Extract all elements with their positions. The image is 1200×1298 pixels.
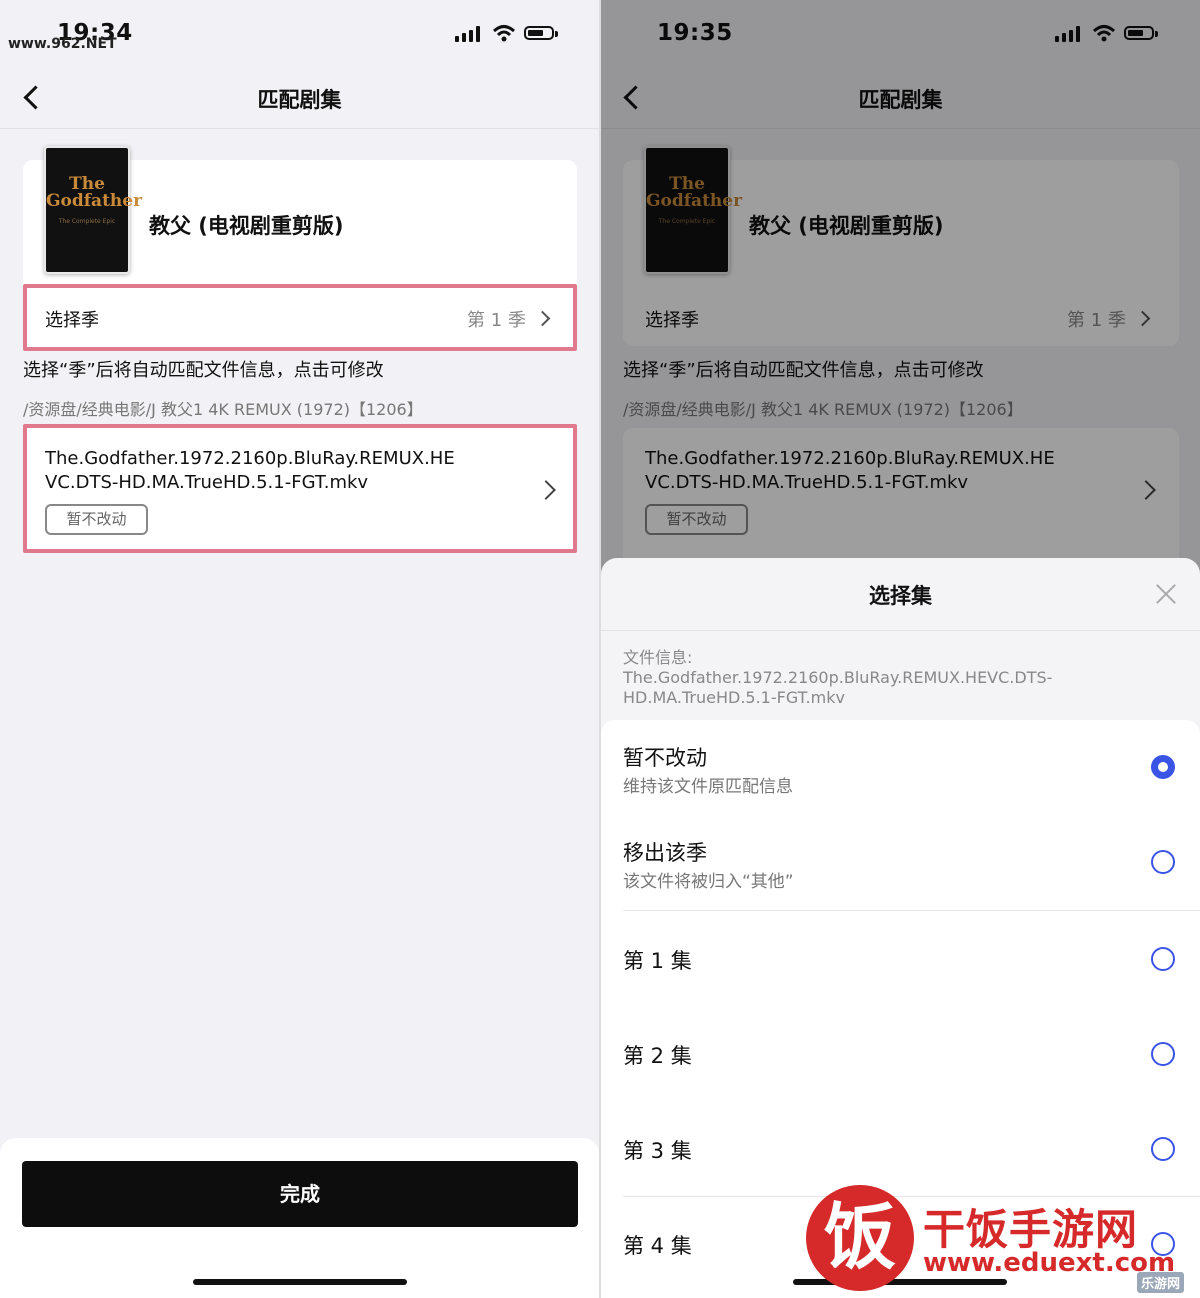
cellular-signal-icon bbox=[455, 26, 481, 42]
sheet-divider bbox=[601, 630, 1200, 631]
option-episode-3[interactable]: 第 3 集 bbox=[601, 1101, 1200, 1196]
done-button[interactable]: 完成 bbox=[22, 1161, 578, 1227]
option-title: 第 3 集 bbox=[623, 1139, 692, 1163]
close-icon[interactable] bbox=[1155, 583, 1177, 605]
sheet-title: 选择集 bbox=[869, 584, 932, 608]
radio-unselected[interactable] bbox=[1151, 1137, 1175, 1161]
hint-text: 选择“季”后将自动匹配文件信息，点击可修改 bbox=[23, 360, 384, 381]
option-title: 第 4 集 bbox=[623, 1234, 692, 1258]
option-episode-2[interactable]: 第 2 集 bbox=[601, 1006, 1200, 1101]
option-keep[interactable]: 暂不改动 维持该文件原匹配信息 bbox=[601, 720, 1200, 815]
wifi-icon bbox=[492, 25, 516, 42]
radio-unselected[interactable] bbox=[1151, 850, 1175, 874]
option-title: 第 1 集 bbox=[623, 949, 692, 973]
home-indicator bbox=[793, 1279, 1007, 1285]
battery-icon bbox=[524, 26, 554, 40]
option-title: 暂不改动 bbox=[623, 746, 707, 770]
option-subtitle: 该文件将被归入“其他” bbox=[623, 872, 794, 892]
show-poster: The Godfather The Complete Epic bbox=[44, 146, 142, 274]
left-screen: 19:34 www.962.NET 匹配剧集 The Godfather The … bbox=[0, 0, 599, 1298]
page-title: 匹配剧集 bbox=[257, 88, 342, 112]
option-subtitle: 维持该文件原匹配信息 bbox=[623, 777, 793, 797]
season-value: 第 1 季 bbox=[467, 310, 526, 331]
file-path: /资源盘/经典电影/J 教父1 4K REMUX (1972)【1206】 bbox=[23, 400, 423, 419]
watermark-badge: 乐游网 bbox=[1137, 1272, 1185, 1293]
file-info: 文件信息: The.Godfather.1972.2160p.BluRay.RE… bbox=[623, 648, 1053, 707]
option-title: 第 2 集 bbox=[623, 1044, 692, 1068]
radio-unselected[interactable] bbox=[1151, 947, 1175, 971]
watermark-text: www.962.NET bbox=[8, 36, 117, 52]
status-tag: 暂不改动 bbox=[45, 504, 148, 535]
nav-divider bbox=[0, 128, 599, 129]
option-remove[interactable]: 移出该季 该文件将被归入“其他” bbox=[601, 815, 1200, 910]
radio-unselected[interactable] bbox=[1151, 1042, 1175, 1066]
radio-selected[interactable] bbox=[1151, 755, 1175, 779]
watermark-logo: 饭 bbox=[806, 1185, 914, 1291]
season-label: 选择季 bbox=[45, 310, 99, 331]
home-indicator bbox=[193, 1279, 407, 1285]
option-episode-1[interactable]: 第 1 集 bbox=[601, 911, 1200, 1006]
show-title: 教父 (电视剧重剪版) bbox=[149, 214, 344, 238]
right-screen: 19:35 匹配剧集 The Godfather The Complete Epi… bbox=[601, 0, 1200, 1298]
option-title: 移出该季 bbox=[623, 841, 707, 865]
battery-tip bbox=[555, 31, 558, 37]
select-episode-sheet: 选择集 文件信息: The.Godfather.1972.2160p.BluRa… bbox=[601, 558, 1200, 1298]
file-name: The.Godfather.1972.2160p.BluRay.REMUX.HE… bbox=[45, 448, 455, 493]
